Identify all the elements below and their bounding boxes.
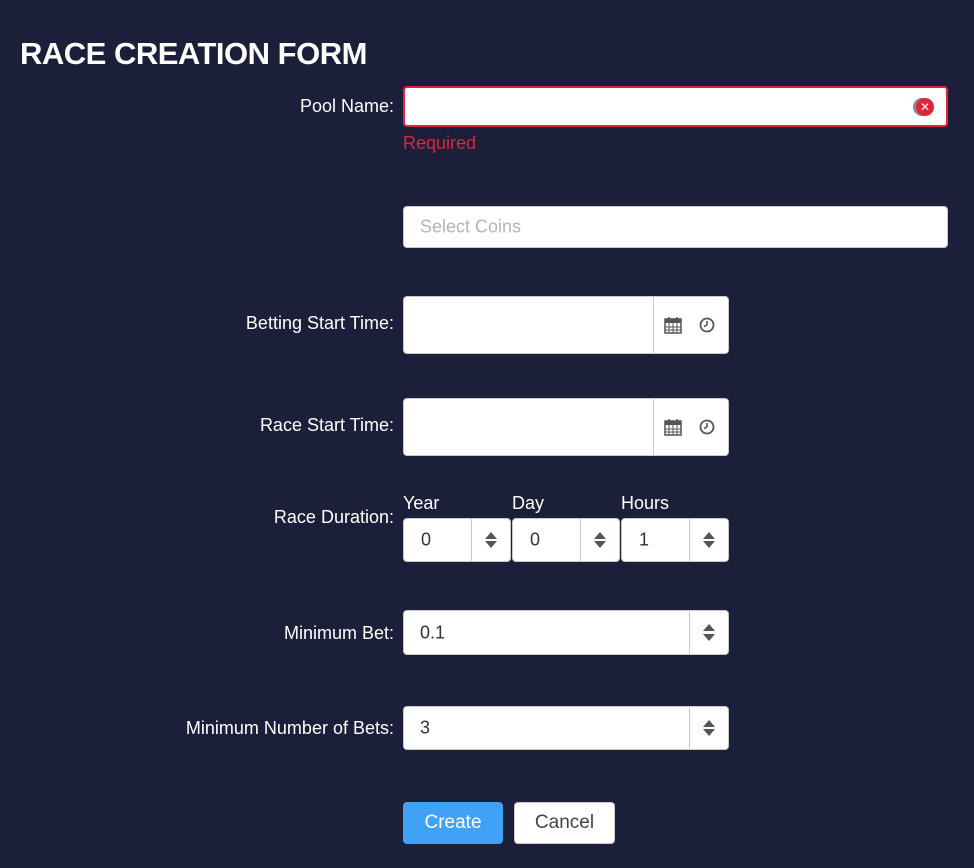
- min-bets-count-label-text: Minimum Number of Bets: [185, 718, 389, 738]
- day-input[interactable]: 0: [512, 518, 620, 562]
- select-coins-dropdown[interactable]: Select Coins: [403, 206, 948, 248]
- min-bet-value: 0.1: [420, 622, 446, 642]
- calendar-icon[interactable]: [664, 418, 682, 436]
- min-bet-label: Minimum Bet:: [284, 623, 394, 644]
- min-bets-count-label: Minimum Number of Bets:: [186, 718, 394, 739]
- label-colon: :: [388, 96, 394, 116]
- pool-name-label-text: Pool Name: [299, 96, 389, 116]
- day-spinner[interactable]: [580, 519, 619, 561]
- hours-spinner[interactable]: [689, 519, 728, 561]
- label-colon: :: [388, 313, 394, 333]
- increment-arrow-icon[interactable]: [703, 623, 715, 631]
- year-spinner[interactable]: [471, 519, 510, 561]
- cancel-button[interactable]: Cancel: [514, 802, 615, 844]
- clear-error-icon[interactable]: ✕: [916, 97, 934, 116]
- min-bets-count-value: 3: [420, 717, 431, 738]
- decrement-arrow-icon[interactable]: [703, 634, 715, 642]
- increment-arrow-icon[interactable]: [485, 531, 497, 539]
- pool-name-error: Required: [403, 133, 477, 153]
- pool-name-input[interactable]: ✕: [403, 86, 948, 127]
- day-value: 0: [530, 529, 541, 550]
- hours-label: Hours: [621, 493, 670, 513]
- min-bets-count-input[interactable]: 3: [403, 706, 729, 750]
- year-label: Year: [403, 493, 440, 513]
- race-duration-label-text: Race Duration: [273, 507, 389, 527]
- increment-arrow-icon[interactable]: [703, 719, 715, 727]
- label-colon: :: [388, 623, 394, 643]
- create-button[interactable]: Create: [403, 802, 503, 844]
- datetime-addon: [653, 399, 728, 455]
- increment-arrow-icon[interactable]: [594, 531, 606, 539]
- min-bet-spinner[interactable]: [689, 611, 728, 654]
- clock-icon[interactable]: [699, 317, 715, 333]
- race-start-input[interactable]: [403, 398, 729, 456]
- clock-icon[interactable]: [699, 419, 715, 435]
- calendar-icon[interactable]: [664, 316, 682, 334]
- pool-name-label: Pool Name:: [300, 96, 394, 117]
- hours-input[interactable]: 1: [621, 518, 729, 562]
- label-colon: :: [388, 507, 394, 527]
- decrement-arrow-icon[interactable]: [485, 541, 497, 549]
- day-label: Day: [512, 493, 545, 513]
- form-title: RACE CREATION FORM: [20, 36, 367, 71]
- increment-arrow-icon[interactable]: [703, 531, 715, 539]
- race-duration-label: Race Duration:: [274, 507, 394, 528]
- label-colon: :: [388, 718, 394, 738]
- min-bet-input[interactable]: 0.1: [403, 610, 729, 655]
- hours-value: 1: [639, 529, 650, 550]
- decrement-arrow-icon[interactable]: [594, 541, 606, 549]
- year-input[interactable]: 0: [403, 518, 511, 562]
- betting-start-input[interactable]: [403, 296, 729, 354]
- race-start-label-text: Race Start Time: [259, 415, 389, 435]
- decrement-arrow-icon[interactable]: [703, 729, 715, 737]
- betting-start-label: Betting Start Time:: [246, 313, 394, 334]
- min-bet-label-text: Minimum Bet: [283, 623, 389, 643]
- betting-start-label-text: Betting Start Time: [245, 313, 389, 333]
- year-value: 0: [421, 529, 432, 550]
- decrement-arrow-icon[interactable]: [703, 541, 715, 549]
- datetime-addon: [653, 297, 728, 353]
- label-colon: :: [388, 415, 394, 435]
- min-bets-count-spinner[interactable]: [689, 707, 728, 749]
- select-coins-placeholder: Select Coins: [420, 216, 522, 237]
- race-start-label: Race Start Time:: [260, 415, 394, 436]
